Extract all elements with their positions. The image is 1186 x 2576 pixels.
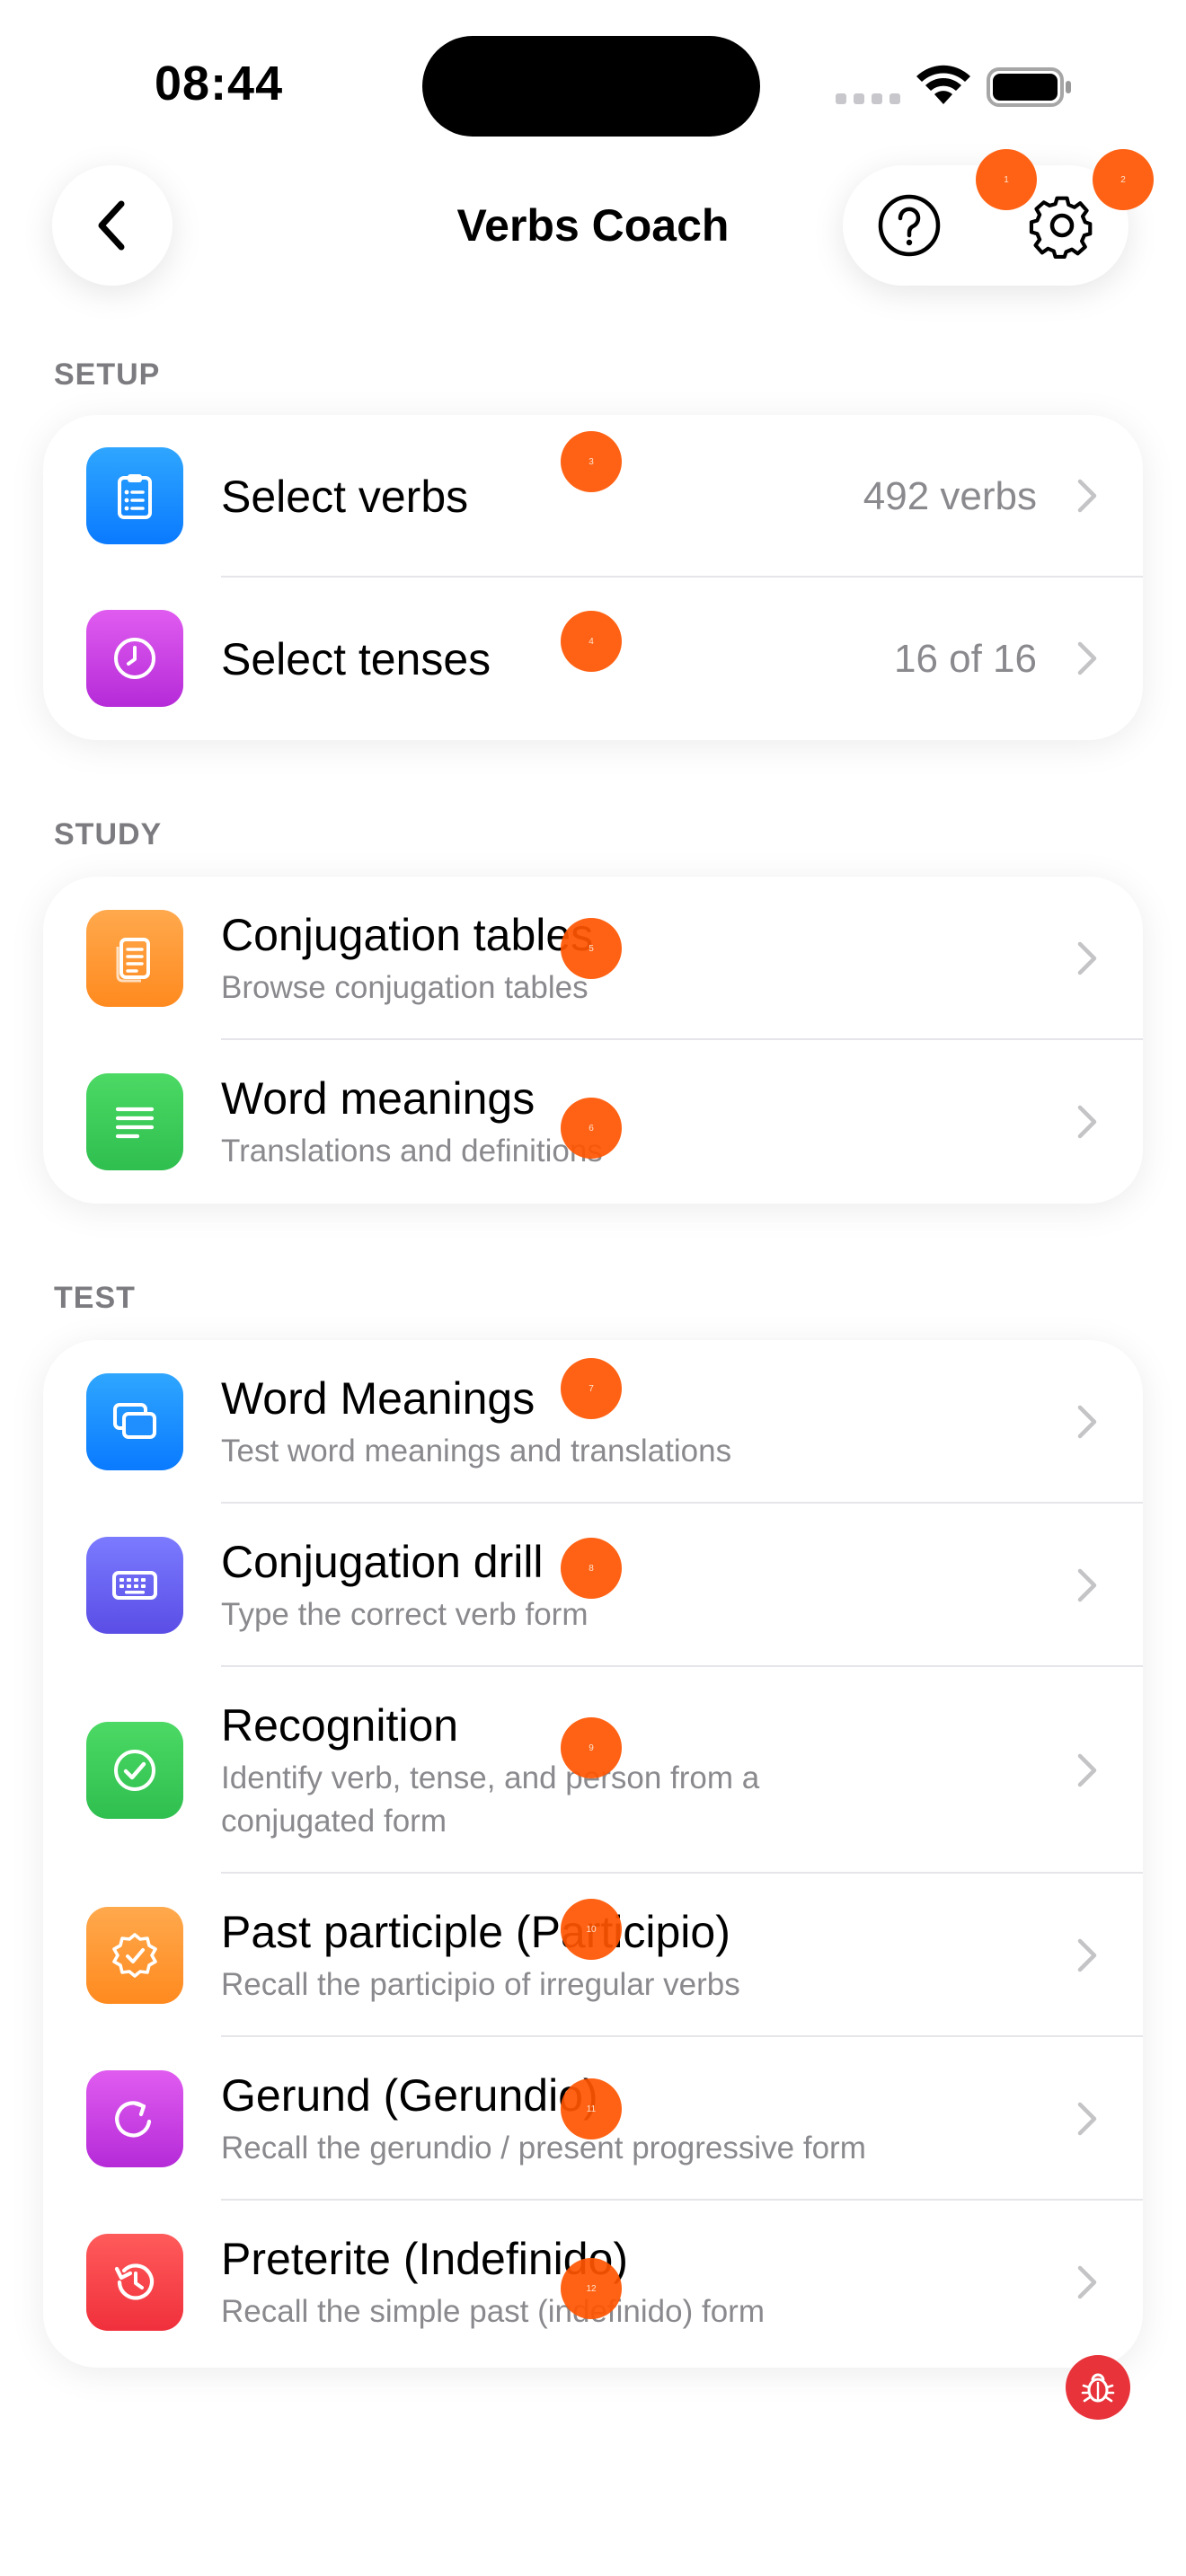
history-icon [86, 2234, 183, 2331]
row-title: Recognition [221, 1700, 459, 1751]
row-value: 492 verbs [863, 474, 1037, 518]
keyboard-icon [86, 1537, 183, 1634]
row-title: Select tenses [221, 634, 491, 684]
overlay-marker: 9 [561, 1717, 622, 1778]
overlay-marker: 4 [561, 611, 622, 672]
row-subtitle: Type the correct verb form [221, 1597, 589, 1632]
clipboard-list-icon [86, 447, 183, 544]
overlay-marker: 3 [561, 431, 622, 492]
row-subtitle: Test word meanings and translations [221, 1434, 732, 1469]
row-subtitle: Identify verb, tense, and person from a … [221, 1760, 760, 1839]
battery-icon [987, 67, 1071, 107]
chevron-right-icon [1077, 1938, 1097, 1972]
section-header-setup: SETUP [54, 357, 161, 392]
row-title: Select verbs [221, 472, 469, 522]
row-value: 16 of 16 [893, 637, 1037, 681]
section-header-study: STUDY [54, 817, 163, 851]
row-subtitle: Recall the participio of irregular verbs [221, 1967, 740, 2002]
checkmark-circle-icon [86, 1722, 183, 1819]
chevron-right-icon [1077, 2102, 1097, 2136]
chevron-right-icon [1077, 1405, 1097, 1439]
overlay-marker: 10 [561, 1899, 622, 1960]
settings-gear-icon[interactable] [1028, 191, 1096, 260]
cellular-signal-icon [836, 93, 900, 104]
cards-icon [86, 1373, 183, 1470]
row-title: Conjugation drill [221, 1537, 544, 1587]
row-title: Gerund (Gerundio) [221, 2070, 598, 2121]
bug-icon [1081, 2373, 1115, 2403]
debug-bug-button[interactable] [1066, 2355, 1130, 2420]
arrow-clockwise-icon [86, 2070, 183, 2167]
overlay-marker: 6 [561, 1098, 622, 1159]
chevron-right-icon [1077, 1568, 1097, 1602]
row-title: Word Meanings [221, 1373, 535, 1424]
section-header-test: TEST [54, 1281, 136, 1315]
wifi-icon [916, 65, 970, 104]
row-title: Word meanings [221, 1073, 535, 1124]
overlay-marker: 11 [561, 2078, 622, 2139]
chevron-right-icon [1077, 479, 1097, 513]
row-title: Past participle (Participio) [221, 1907, 730, 1957]
chevron-right-icon [1077, 2265, 1097, 2299]
text-lines-icon [86, 1073, 183, 1170]
overlay-marker: 7 [561, 1358, 622, 1419]
row-title: Conjugation tables [221, 910, 594, 960]
test-card: Word Meanings Test word meanings and tra… [43, 1340, 1143, 2368]
dynamic-island [422, 36, 760, 137]
overlay-marker: 12 [561, 2258, 622, 2319]
chevron-right-icon [1077, 941, 1097, 975]
chevron-right-icon [1077, 641, 1097, 675]
overlay-marker: 1 [976, 149, 1037, 210]
seal-check-icon [86, 1907, 183, 2004]
overlay-marker: 5 [561, 918, 622, 979]
help-button[interactable] [877, 193, 942, 258]
row-subtitle: Browse conjugation tables [221, 970, 589, 1005]
overlay-marker: 2 [1093, 149, 1154, 210]
status-time: 08:44 [155, 57, 284, 110]
chevron-right-icon [1077, 1105, 1097, 1139]
document-icon [86, 910, 183, 1007]
clock-icon [86, 610, 183, 707]
overlay-marker: 8 [561, 1538, 622, 1599]
row-subtitle: Recall the gerundio / present progressiv… [221, 2130, 866, 2166]
chevron-right-icon [1077, 1753, 1097, 1787]
